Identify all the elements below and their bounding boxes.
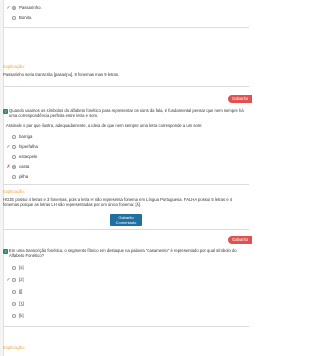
option-label: estacpele bbox=[19, 154, 38, 159]
divider bbox=[3, 184, 249, 185]
radio-button[interactable] bbox=[12, 15, 16, 20]
radio-button[interactable] bbox=[12, 289, 16, 294]
q2-option-a[interactable]: barriga bbox=[6, 133, 96, 140]
question-prompt: Assinale o par que ilustra, adequadament… bbox=[6, 123, 203, 128]
radio-button[interactable] bbox=[12, 144, 16, 149]
q1-option-a[interactable]: ✓ Passarinho. bbox=[6, 4, 96, 11]
option-label: [z] bbox=[19, 277, 24, 282]
q2-option-e[interactable]: pilha bbox=[6, 173, 96, 180]
question-icon: ? bbox=[3, 109, 8, 114]
explanation-label: Explicação: bbox=[3, 345, 25, 350]
radio-button[interactable] bbox=[12, 134, 16, 139]
option-label: casta bbox=[19, 164, 30, 169]
q3-option-a[interactable]: [s] bbox=[6, 264, 96, 271]
q3-option-e[interactable]: [k] bbox=[6, 312, 96, 319]
question-text: Quando usamos os símbolos do alfabeto fo… bbox=[9, 108, 244, 119]
gabarito-badge: Gabarito bbox=[228, 236, 252, 244]
q2-option-c[interactable]: estacpele bbox=[6, 153, 96, 160]
divider bbox=[3, 229, 249, 230]
option-label: Passarinho. bbox=[19, 5, 42, 10]
radio-button[interactable] bbox=[12, 5, 16, 10]
explanation-label: Explicação: bbox=[3, 64, 25, 69]
page-frame bbox=[0, 0, 4, 356]
q1-option-b[interactable]: Bonito. bbox=[6, 14, 96, 21]
option-label: [s] bbox=[19, 265, 24, 270]
question-text: Em uma transcrição fonética, o segmento … bbox=[9, 248, 237, 259]
radio-button[interactable] bbox=[12, 154, 16, 159]
option-label: barriga bbox=[19, 134, 33, 139]
radio-button[interactable] bbox=[12, 174, 16, 179]
option-label: [k] bbox=[19, 313, 24, 318]
gabarito-badge: Gabarito bbox=[228, 95, 252, 103]
question-icon: ? bbox=[3, 249, 8, 254]
q3-option-b[interactable]: ✓ [z] bbox=[6, 276, 96, 283]
divider bbox=[3, 326, 249, 327]
q2-option-d[interactable]: ✗ casta bbox=[6, 163, 96, 170]
incorrect-x-icon: ✗ bbox=[6, 163, 11, 170]
q2-option-b[interactable]: ✓ hiperfalha bbox=[6, 143, 96, 150]
divider bbox=[3, 27, 249, 28]
option-label: pilha bbox=[19, 174, 29, 179]
radio-button[interactable] bbox=[12, 265, 16, 270]
option-label: Bonito. bbox=[19, 15, 33, 20]
explanation-text: Passarinho seria transcrita [pasaɾiɲu]. … bbox=[3, 72, 120, 77]
correct-check-icon: ✓ bbox=[6, 143, 11, 150]
q3-option-d[interactable]: [ʒ] bbox=[6, 300, 96, 307]
radio-button[interactable] bbox=[12, 301, 16, 306]
option-label: [ʃ] bbox=[19, 289, 23, 294]
explanation-label: Explicação: bbox=[3, 189, 25, 194]
radio-button[interactable] bbox=[12, 277, 16, 282]
radio-button[interactable] bbox=[12, 313, 16, 318]
divider bbox=[3, 86, 249, 87]
correct-check-icon: ✓ bbox=[6, 4, 11, 11]
correct-check-icon: ✓ bbox=[6, 276, 11, 283]
radio-button[interactable] bbox=[12, 164, 16, 169]
option-label: [ʒ] bbox=[19, 301, 24, 306]
gabarito-comentado-button[interactable]: Gabarito Comentado bbox=[110, 214, 142, 226]
option-label: hiperfalha bbox=[19, 144, 38, 149]
q3-option-c[interactable]: [ʃ] bbox=[6, 288, 96, 295]
explanation-text: HOJE possui 4 letras e 3 fonemas, pois a… bbox=[3, 197, 233, 208]
